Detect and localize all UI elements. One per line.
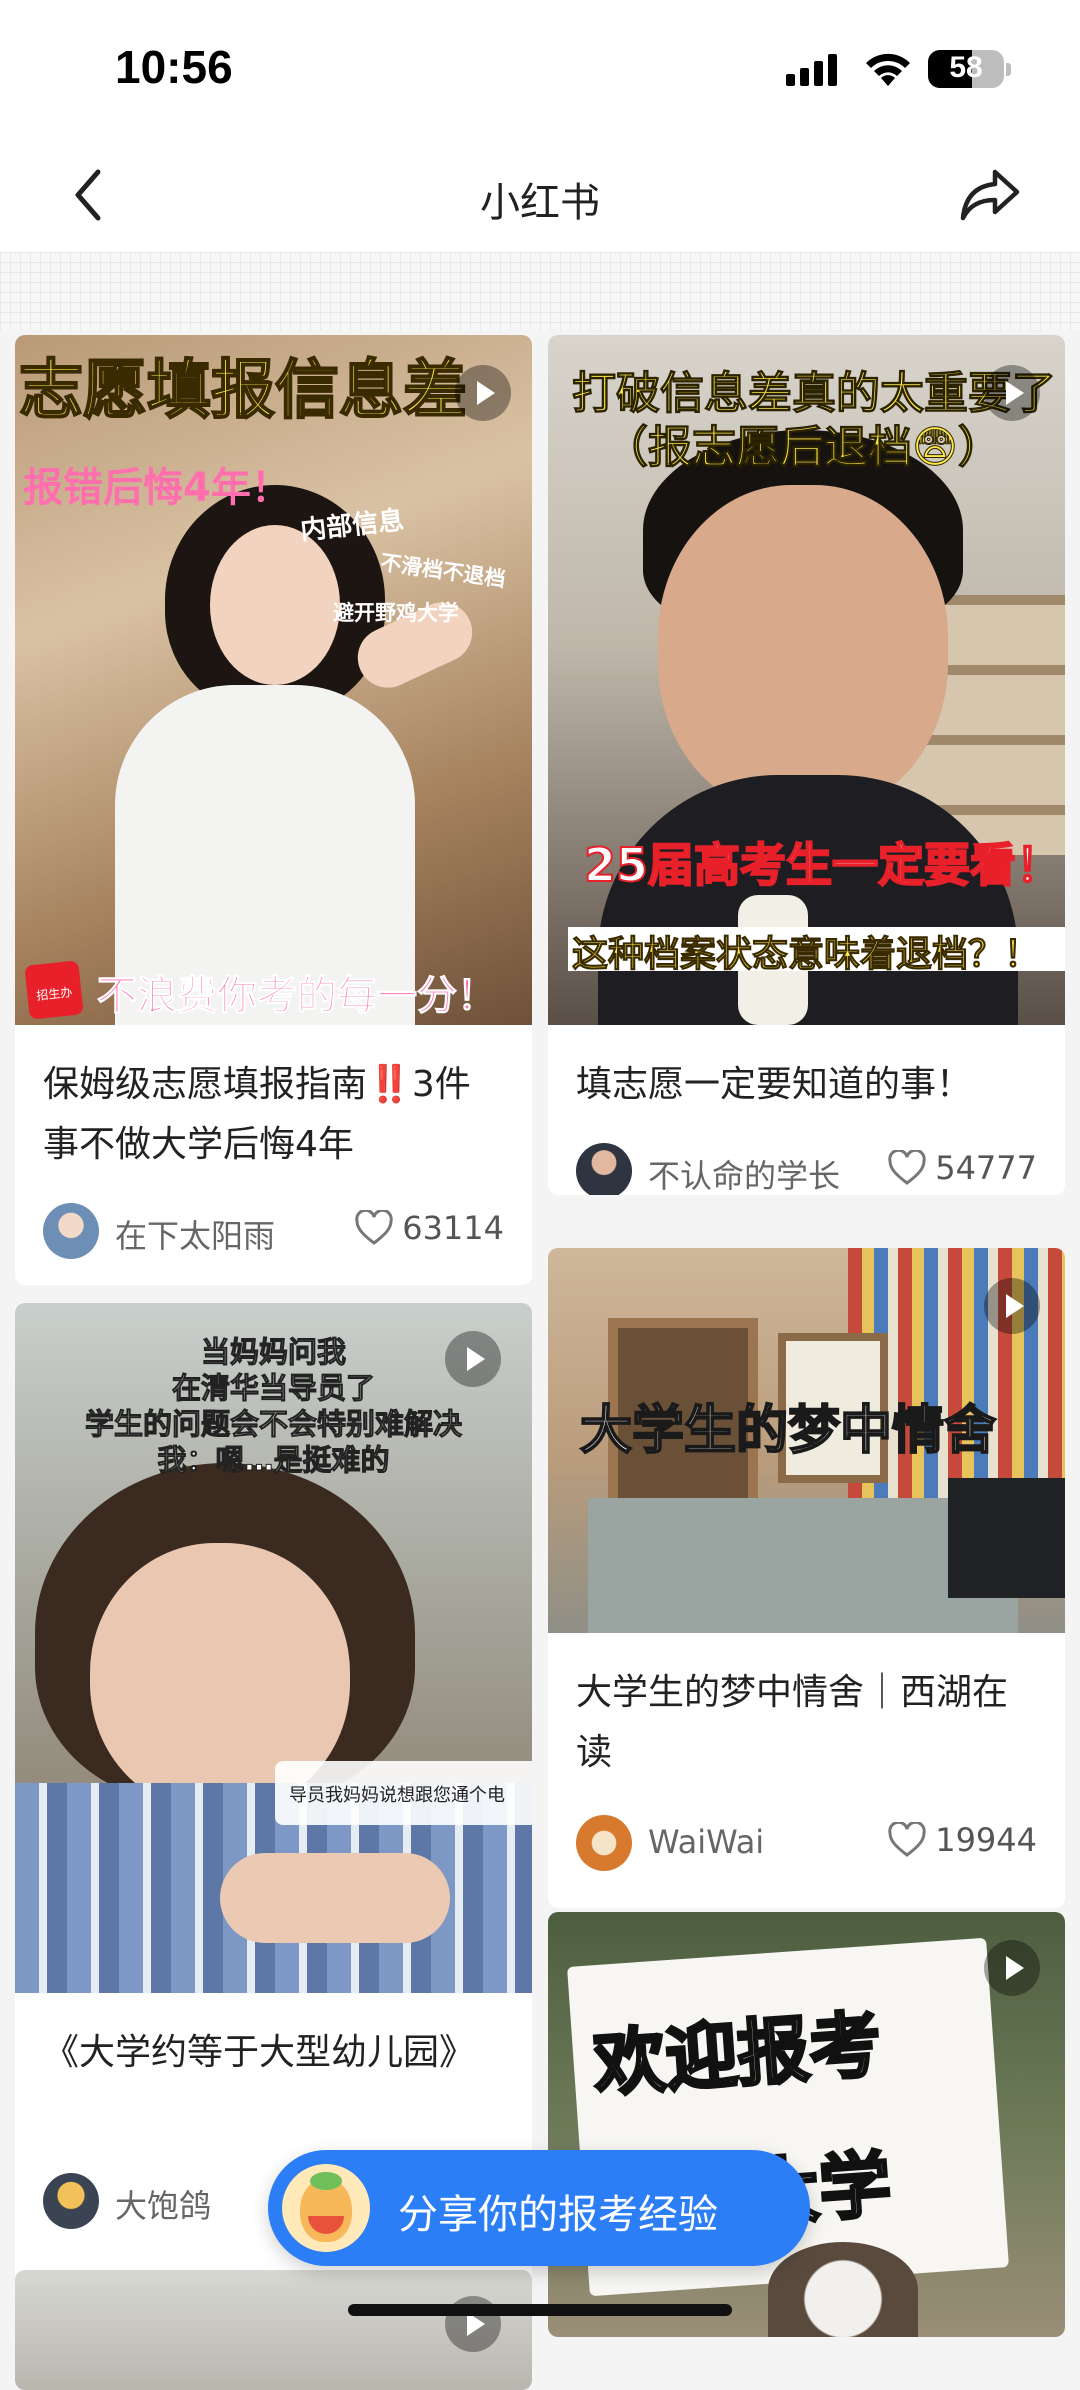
heart-icon (888, 1150, 926, 1185)
author-name[interactable]: 大饱鸽 (115, 2181, 211, 2227)
cover-caption-chip: 导员我妈妈说想跟您通个电 (275, 1761, 532, 1825)
cover-line-4: 我：嗯…是挺难的 (157, 1443, 390, 1478)
share-experience-label: 分享你的报考经验 (398, 2192, 718, 2238)
play-icon (984, 1940, 1040, 1996)
page-title: 小红书 (480, 180, 600, 226)
heart-icon (355, 1210, 393, 1245)
battery-icon: 58 (928, 50, 1004, 88)
battery-percent: 58 (949, 51, 983, 84)
note-title[interactable]: 《大学约等于大型幼儿园》 (43, 2023, 504, 2083)
like-count: 19944 (935, 1821, 1037, 1859)
note-meta: 在下太阳雨 63114 (43, 1203, 504, 1259)
note-title[interactable]: 保姆级志愿填报指南‼️3件事不做大学后悔4年 (43, 1055, 504, 1175)
note-cover-image[interactable]: 志愿填报信息差 报错后悔4年！ 内部信息 不滑档不退档 避开野鸡大学 招生办 不… (15, 335, 532, 1025)
status-time: 10:56 (115, 41, 233, 93)
note-card[interactable]: 欢迎报考 武汉大学 (548, 1912, 1065, 2337)
like-count: 54777 (935, 1149, 1037, 1187)
note-cover-image[interactable]: 当妈妈问我 在清华当导员了 学生的问题会不会特别难解决 我：嗯…是挺难的 导员我… (15, 1303, 532, 1993)
battery-tip (1006, 63, 1011, 76)
note-card[interactable] (15, 2270, 532, 2390)
note-meta: WaiWai 19944 (576, 1815, 1037, 1871)
cover-note-3: 避开野鸡大学 (333, 601, 459, 625)
cover-footer-text: 不浪费你考的每一分！ (97, 973, 498, 1020)
author-name[interactable]: 不认命的学长 (648, 1151, 840, 1195)
like-button[interactable]: 19944 (887, 1821, 1037, 1859)
heart-icon (888, 1822, 926, 1857)
play-icon (984, 1278, 1040, 1334)
like-count: 63114 (402, 1209, 504, 1247)
status-bar: 10:56 58 (0, 0, 1080, 140)
note-title[interactable]: 填志愿一定要知道的事！ (576, 1055, 1037, 1115)
cover-headline: 志愿填报信息差 (18, 353, 468, 429)
cellular-signal-icon (786, 54, 837, 86)
banner-placeholder (0, 252, 1080, 330)
share-experience-button[interactable]: 分享你的报考经验 (268, 2150, 810, 2266)
cover-footer-text: 这种档案状态意味着退档？！ (571, 934, 1041, 976)
play-icon (445, 1331, 501, 1387)
cover-subheadline: （报志愿后退档😨） (604, 422, 1003, 474)
share-icon[interactable] (955, 160, 1025, 230)
note-card[interactable]: 志愿填报信息差 报错后悔4年！ 内部信息 不滑档不退档 避开野鸡大学 招生办 不… (15, 335, 532, 1285)
mascot-icon (282, 2164, 370, 2252)
cover-midline: 25届高考生一定要看！ (583, 837, 1063, 893)
like-button[interactable]: 54777 (887, 1149, 1037, 1187)
note-cover-image[interactable]: 大学生的梦中情舍 (548, 1248, 1065, 1633)
wifi-icon (866, 53, 910, 86)
author-name[interactable]: 在下太阳雨 (115, 1211, 275, 1257)
note-cover-image[interactable]: 欢迎报考 武汉大学 (548, 1912, 1065, 2337)
note-card[interactable]: 大学生的梦中情舍 大学生的梦中情舍｜西湖在读 WaiWai 19944 (548, 1248, 1065, 1908)
avatar[interactable] (576, 1143, 632, 1195)
recruit-office-logo: 招生办 (24, 960, 84, 1020)
avatar[interactable] (43, 1203, 99, 1259)
note-title[interactable]: 大学生的梦中情舍｜西湖在读 (576, 1663, 1037, 1783)
nav-bar: 小红书 (0, 140, 1080, 252)
author-name[interactable]: WaiWai (648, 1823, 764, 1861)
home-indicator (348, 2304, 732, 2316)
note-meta: 不认命的学长 54777 (576, 1143, 1037, 1195)
avatar[interactable] (43, 2173, 99, 2229)
note-cover-image[interactable]: 打破信息差真的太重要了 （报志愿后退档😨） 25届高考生一定要看！ 这种档案状态… (548, 335, 1065, 1025)
play-icon (984, 365, 1040, 421)
note-cover-image[interactable] (15, 2270, 532, 2390)
avatar[interactable] (576, 1815, 632, 1871)
cover-headline: 大学生的梦中情舍 (579, 1400, 997, 1462)
note-card[interactable]: 打破信息差真的太重要了 （报志愿后退档😨） 25届高考生一定要看！ 这种档案状态… (548, 335, 1065, 1195)
note-feed[interactable]: 志愿填报信息差 报错后悔4年！ 内部信息 不滑档不退档 避开野鸡大学 招生办 不… (0, 330, 1080, 2390)
like-button[interactable]: 63114 (354, 1209, 504, 1247)
cover-subheadline: 报错后悔4年！ (23, 465, 291, 511)
play-icon (455, 365, 511, 421)
